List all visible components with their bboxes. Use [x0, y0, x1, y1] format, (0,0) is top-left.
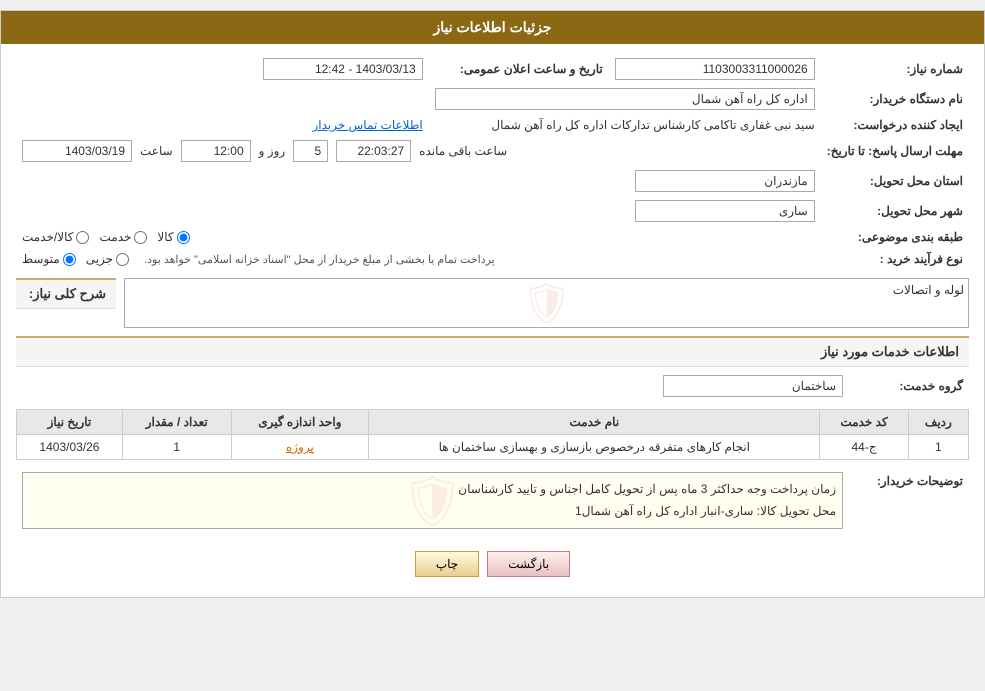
- ittilaat-link-cell[interactable]: اطلاعات تماس خریدار: [16, 114, 429, 136]
- tarikh-label: تاریخ و ساعت اعلان عمومی:: [429, 54, 609, 84]
- tabaqe-kala-khidmat[interactable]: کالا/خدمت: [22, 230, 89, 244]
- mohlat-saat-label: ساعت: [140, 144, 173, 158]
- shahr-label: شهر محل تحویل:: [821, 196, 969, 226]
- goroh-box: ساختمان: [663, 375, 843, 397]
- shomareNiaz-box: 1103003311000026: [615, 58, 815, 80]
- namDastgah-label: نام دستگاه خریدار:: [821, 84, 969, 114]
- namDastgah-value: اداره کل راه آهن شمال: [16, 84, 821, 114]
- noeFarayand-note: پرداخت تمام یا بخشی از مبلغ خریدار از مح…: [144, 253, 495, 266]
- cell-tedad: 1: [122, 435, 231, 460]
- mohlat-rooz-box: 5: [293, 140, 328, 162]
- mohlat-rooz-label: روز و: [259, 144, 286, 158]
- tawzihat-label: توضیحات خریدار:: [849, 468, 969, 533]
- tabaqe-khidmat[interactable]: خدمت: [99, 230, 147, 244]
- mohlat-saat-box: 12:00: [181, 140, 251, 162]
- col-tarikh: تاریخ نیاز: [17, 410, 123, 435]
- shomareNiaz-value: 1103003311000026: [609, 54, 821, 84]
- page-title: جزئیات اطلاعات نیاز: [433, 19, 551, 35]
- cell-radif: 1: [908, 435, 968, 460]
- ijadKonande-label: ایجاد کننده درخواست:: [821, 114, 969, 136]
- tawzihat-value: 🛡 زمان پرداخت وجه حداکثر 3 ماه پس از تحو…: [16, 468, 849, 533]
- sharh-label: شرح کلی نیاز:: [16, 278, 116, 309]
- back-button[interactable]: بازگشت: [487, 551, 570, 577]
- col-vahed: واحد اندازه گیری: [231, 410, 369, 435]
- noeFarayand-jozi[interactable]: جزیی: [86, 252, 129, 266]
- table-row: 1 ج-44 انجام کارهای متفرقه درخصوص بازساز…: [17, 435, 969, 460]
- shahr-value: ساری: [16, 196, 821, 226]
- noeFarayand-row: متوسط جزیی پرداخت تمام یا بخشی از مبلغ خ…: [16, 248, 821, 270]
- shomareNiaz-label: شماره نیاز:: [821, 54, 969, 84]
- mohlat-baqi-box: 22:03:27: [336, 140, 411, 162]
- tarikh-box: 1403/03/13 - 12:42: [263, 58, 423, 80]
- sharh-value: لوله و اتصالات: [129, 283, 964, 297]
- khadamat-section-title: اطلاعات خدمات مورد نیاز: [16, 336, 969, 367]
- ostan-box: مازندران: [635, 170, 815, 192]
- ostan-label: استان محل تحویل:: [821, 166, 969, 196]
- col-tedad: تعداد / مقدار: [122, 410, 231, 435]
- cell-nam: انجام کارهای متفرقه درخصوص بازسازی و بهس…: [369, 435, 820, 460]
- sharh-box: 🛡 لوله و اتصالات: [124, 278, 969, 328]
- mohlat-baqi-label: ساعت باقی مانده: [419, 144, 507, 158]
- tawzihat-text: زمان پرداخت وجه حداکثر 3 ماه پس از تحویل…: [29, 479, 836, 522]
- namDastgah-box: اداره کل راه آهن شمال: [435, 88, 815, 110]
- col-nam: نام خدمت: [369, 410, 820, 435]
- mohlat-row: 1403/03/19 ساعت 12:00 روز و 5 22:03:27: [16, 136, 821, 166]
- mohlat-label: مهلت ارسال پاسخ: تا تاریخ:: [821, 136, 969, 166]
- noeFarayand-motawaset[interactable]: متوسط: [22, 252, 76, 266]
- services-table: ردیف کد خدمت نام خدمت واحد اندازه گیری ت…: [16, 409, 969, 460]
- page-header: جزئیات اطلاعات نیاز: [1, 11, 984, 44]
- tawzihat-box: 🛡 زمان پرداخت وجه حداکثر 3 ماه پس از تحو…: [22, 472, 843, 529]
- print-button[interactable]: چاپ: [415, 551, 479, 577]
- ittilaat-link[interactable]: اطلاعات تماس خریدار: [313, 118, 423, 132]
- goroh-value: ساختمان: [16, 371, 849, 401]
- tabaqe-label: طبقه بندی موضوعی:: [821, 226, 969, 248]
- tabaqe-kala[interactable]: کالا: [157, 230, 189, 244]
- cell-kod: ج-44: [820, 435, 908, 460]
- shahr-box: ساری: [635, 200, 815, 222]
- col-kod: کد خدمت: [820, 410, 908, 435]
- button-area: بازگشت چاپ: [16, 541, 969, 587]
- cell-vahed: پروژه: [231, 435, 369, 460]
- cell-tarikh: 1403/03/26: [17, 435, 123, 460]
- mohlat-date-box: 1403/03/19: [22, 140, 132, 162]
- goroh-label: گروه خدمت:: [849, 371, 969, 401]
- tabaqe-radio: کالا/خدمت خدمت کالا: [16, 226, 821, 248]
- ijadKonande-value: سید نبی غفاری تاکامی کارشناس تدارکات ادا…: [429, 114, 821, 136]
- col-radif: ردیف: [908, 410, 968, 435]
- noeFarayand-label: نوع فرآیند خرید :: [821, 248, 969, 270]
- tarikh-value: 1403/03/13 - 12:42: [16, 54, 429, 84]
- ostan-value: مازندران: [16, 166, 821, 196]
